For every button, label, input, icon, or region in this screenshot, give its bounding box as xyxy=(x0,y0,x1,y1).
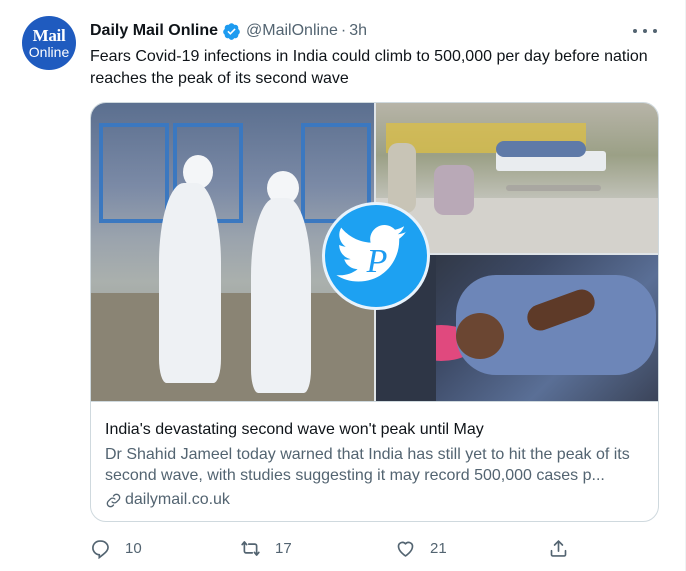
tweet-text: Fears Covid-19 infections in India could… xyxy=(90,48,648,87)
card-domain-text: dailymail.co.uk xyxy=(125,491,230,508)
share-button[interactable] xyxy=(548,536,569,560)
avatar[interactable]: Mail Online xyxy=(22,16,76,70)
reply-icon xyxy=(92,539,109,559)
like-button[interactable]: 21 xyxy=(395,536,447,560)
watermark-bird-icon: P xyxy=(322,202,430,310)
tweet-actions: 10 17 21 xyxy=(90,536,590,560)
link-icon xyxy=(106,493,121,507)
more-options-icon[interactable] xyxy=(633,22,657,40)
tweet[interactable]: Mail Online Daily Mail Online @MailOnlin… xyxy=(0,0,686,571)
card-image[interactable]: P xyxy=(91,103,658,401)
card-description: Dr Shahid Jameel today warned that India… xyxy=(105,446,630,484)
reply-button[interactable]: 10 xyxy=(90,536,142,560)
heart-icon xyxy=(397,541,414,557)
retweet-button[interactable]: 17 xyxy=(240,536,292,560)
link-card[interactable]: P India's devastating second wave won't … xyxy=(90,102,659,522)
card-domain[interactable]: dailymail.co.uk xyxy=(105,490,644,510)
retweet-count: 17 xyxy=(275,539,292,557)
separator-dot: · xyxy=(340,22,347,39)
card-body[interactable]: India's devastating second wave won't pe… xyxy=(91,401,658,521)
display-name[interactable]: Daily Mail Online xyxy=(90,22,218,40)
avatar-logo-line1: Mail xyxy=(32,26,66,45)
card-title: India's devastating second wave won't pe… xyxy=(105,421,484,438)
share-icon xyxy=(550,539,567,557)
retweet-icon xyxy=(241,540,260,556)
svg-text:P: P xyxy=(366,243,388,280)
verified-badge-icon xyxy=(223,22,240,40)
like-count: 21 xyxy=(430,539,447,557)
reply-count: 10 xyxy=(125,539,142,557)
avatar-logo-line2: Online xyxy=(28,44,70,60)
timestamp[interactable]: 3h xyxy=(349,22,367,40)
tweet-header: Daily Mail Online @MailOnline · 3h xyxy=(90,20,367,42)
handle[interactable]: @MailOnline xyxy=(246,22,338,40)
